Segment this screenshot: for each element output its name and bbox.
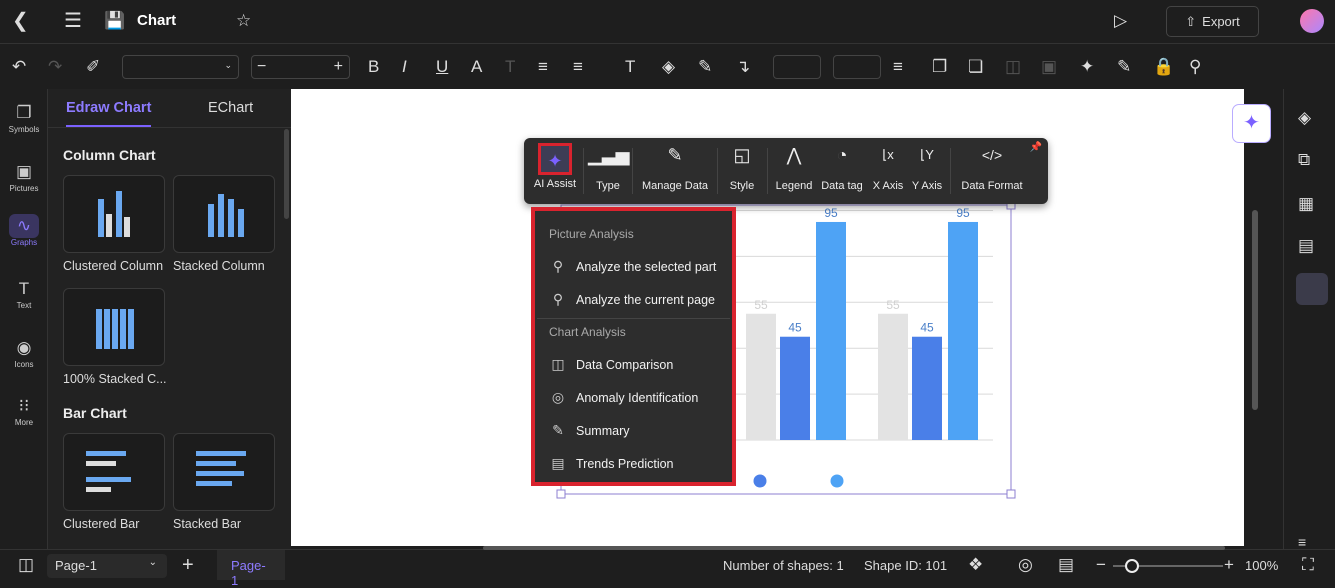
page-tab-active[interactable]: Page-1 (217, 550, 285, 588)
menu-item-anomaly[interactable]: ◎ Anomaly Identification (549, 389, 698, 406)
divider (767, 148, 768, 194)
label: Trends Prediction (576, 456, 674, 471)
ai-assist-menu: Picture Analysis ⚲ Analyze the selected p… (531, 207, 736, 486)
chart-toolbar: ✦ AI Assist ▁▃▅ Type ✎ Manage Data ◱ Style ⋀… (524, 138, 1048, 204)
grid-icon[interactable]: ▦ (1298, 193, 1314, 215)
y-axis-icon: ⌊Y (920, 147, 934, 162)
label: X Axis (872, 180, 904, 192)
manage-data-icon: ✎ (667, 145, 683, 165)
label: Y Axis (911, 180, 943, 192)
data-label: 45 (788, 321, 802, 335)
zoom-level[interactable]: 100% (1245, 558, 1278, 573)
zoom-out-icon[interactable]: − (1096, 554, 1106, 576)
data-label: 95 (824, 206, 838, 220)
data-label: 55 (754, 298, 768, 312)
edit-icon: ✎ (552, 422, 564, 438)
anomaly-icon: ◎ (551, 389, 565, 405)
zoom-in-icon[interactable]: + (1224, 554, 1234, 576)
chart-analysis-heading: Chart Analysis (549, 325, 626, 339)
status-bar: ◫ Page-1 ⌄ + Page-1 Number of shapes: 1 S… (0, 546, 1335, 588)
fullscreen-icon[interactable]: ⛶ (1302, 554, 1314, 576)
add-page-icon[interactable]: + (182, 554, 194, 576)
bar (816, 221, 846, 440)
divider (537, 318, 730, 319)
trend-chart-icon: ▤ (551, 455, 565, 471)
shape-id: Shape ID: 101 (864, 558, 948, 573)
bar-chart-icon: ▁▃▅ (588, 145, 630, 165)
y-axis-button[interactable]: ⌊Y Y Axis (909, 138, 945, 204)
picture-analysis-heading: Picture Analysis (549, 227, 634, 241)
divider (717, 148, 718, 194)
chevron-down-icon: ⌄ (148, 557, 157, 568)
legend-button[interactable]: ⋀ Legend (772, 138, 816, 204)
layers-icon[interactable]: ❖ (968, 554, 983, 576)
menu-item-trends[interactable]: ▤ Trends Prediction (549, 455, 674, 472)
horizontal-scrollbar[interactable] (483, 546, 1225, 550)
zoom-slider-handle[interactable] (1125, 559, 1139, 573)
divider (950, 148, 951, 194)
active-panel-button[interactable] (1296, 273, 1328, 305)
type-button[interactable]: ▁▃▅ Type (588, 138, 630, 204)
style-button[interactable]: ◱ Style (722, 138, 762, 204)
bar (878, 313, 908, 440)
bar (948, 221, 978, 440)
code-icon: </> (981, 147, 1003, 163)
bar (780, 336, 810, 440)
compare-icon: ◫ (551, 356, 565, 372)
focus-icon[interactable]: ◎ (1018, 554, 1033, 576)
label: Analyze the selected part (576, 259, 717, 274)
page-select-value: Page-1 (55, 558, 97, 573)
data-tag-button[interactable]: ◔ Data tag (819, 138, 865, 204)
shape-count: Number of shapes: 1 (723, 558, 844, 573)
bar (746, 313, 776, 440)
menu-item-data-comparison[interactable]: ◫ Data Comparison (549, 356, 673, 373)
label: Legend (775, 180, 813, 192)
label: Data Format (961, 180, 1023, 192)
bar (912, 336, 942, 440)
label: Style (729, 180, 755, 192)
panel-toggle-icon[interactable]: ◫ (18, 554, 34, 576)
label: Data Comparison (576, 357, 674, 372)
data-format-button[interactable]: </> Data Format (956, 138, 1028, 204)
x-axis-button[interactable]: ⌊x X Axis (870, 138, 906, 204)
pin-icon[interactable]: 📌 (1030, 142, 1042, 153)
legend-marker (753, 474, 767, 488)
label: Summary (576, 423, 630, 438)
style-icon: ◱ (733, 145, 751, 165)
label: Data tag (821, 180, 863, 192)
manage-data-button[interactable]: ✎ Manage Data (637, 138, 713, 204)
menu-item-analyze-page[interactable]: ⚲ Analyze the current page (549, 291, 715, 308)
divider (632, 148, 633, 194)
label: Anomaly Identification (576, 390, 699, 405)
ai-sparkle-icon: ✦ (538, 143, 572, 175)
menu-item-summary[interactable]: ✎ Summary (549, 422, 629, 439)
pie-icon: ◔ (836, 145, 848, 165)
selection-handle[interactable] (556, 489, 566, 499)
fill-icon[interactable]: ◈ (1298, 107, 1311, 129)
label: Type (596, 180, 620, 192)
right-sidebar: ◈ ⧉ ▦ ▤ ≡ (1283, 89, 1335, 550)
menu-item-analyze-selected[interactable]: ⚲ Analyze the selected part (549, 258, 717, 275)
divider (583, 148, 584, 194)
map-icon[interactable]: ▤ (1058, 554, 1074, 576)
x-axis-icon: ⌊x (882, 147, 894, 162)
legend-marker (830, 474, 844, 488)
label: Manage Data (641, 180, 709, 192)
ai-assist-button[interactable]: ✦ AI Assist (531, 138, 579, 204)
data-label: 95 (956, 206, 970, 220)
analyze-page-icon: ⚲ (552, 291, 564, 307)
page-select[interactable]: Page-1 ⌄ (47, 554, 167, 578)
data-label: 55 (886, 298, 900, 312)
data-label: 45 (920, 321, 934, 335)
analyze-selection-icon: ⚲ (552, 258, 564, 274)
label: Analyze the current page (576, 292, 715, 307)
legend-icon: ⋀ (786, 145, 802, 165)
replace-icon[interactable]: ⧉ (1298, 149, 1310, 171)
selection-handle[interactable] (1006, 489, 1016, 499)
label: AI Assist (533, 178, 577, 190)
page-icon[interactable]: ▤ (1298, 235, 1314, 257)
